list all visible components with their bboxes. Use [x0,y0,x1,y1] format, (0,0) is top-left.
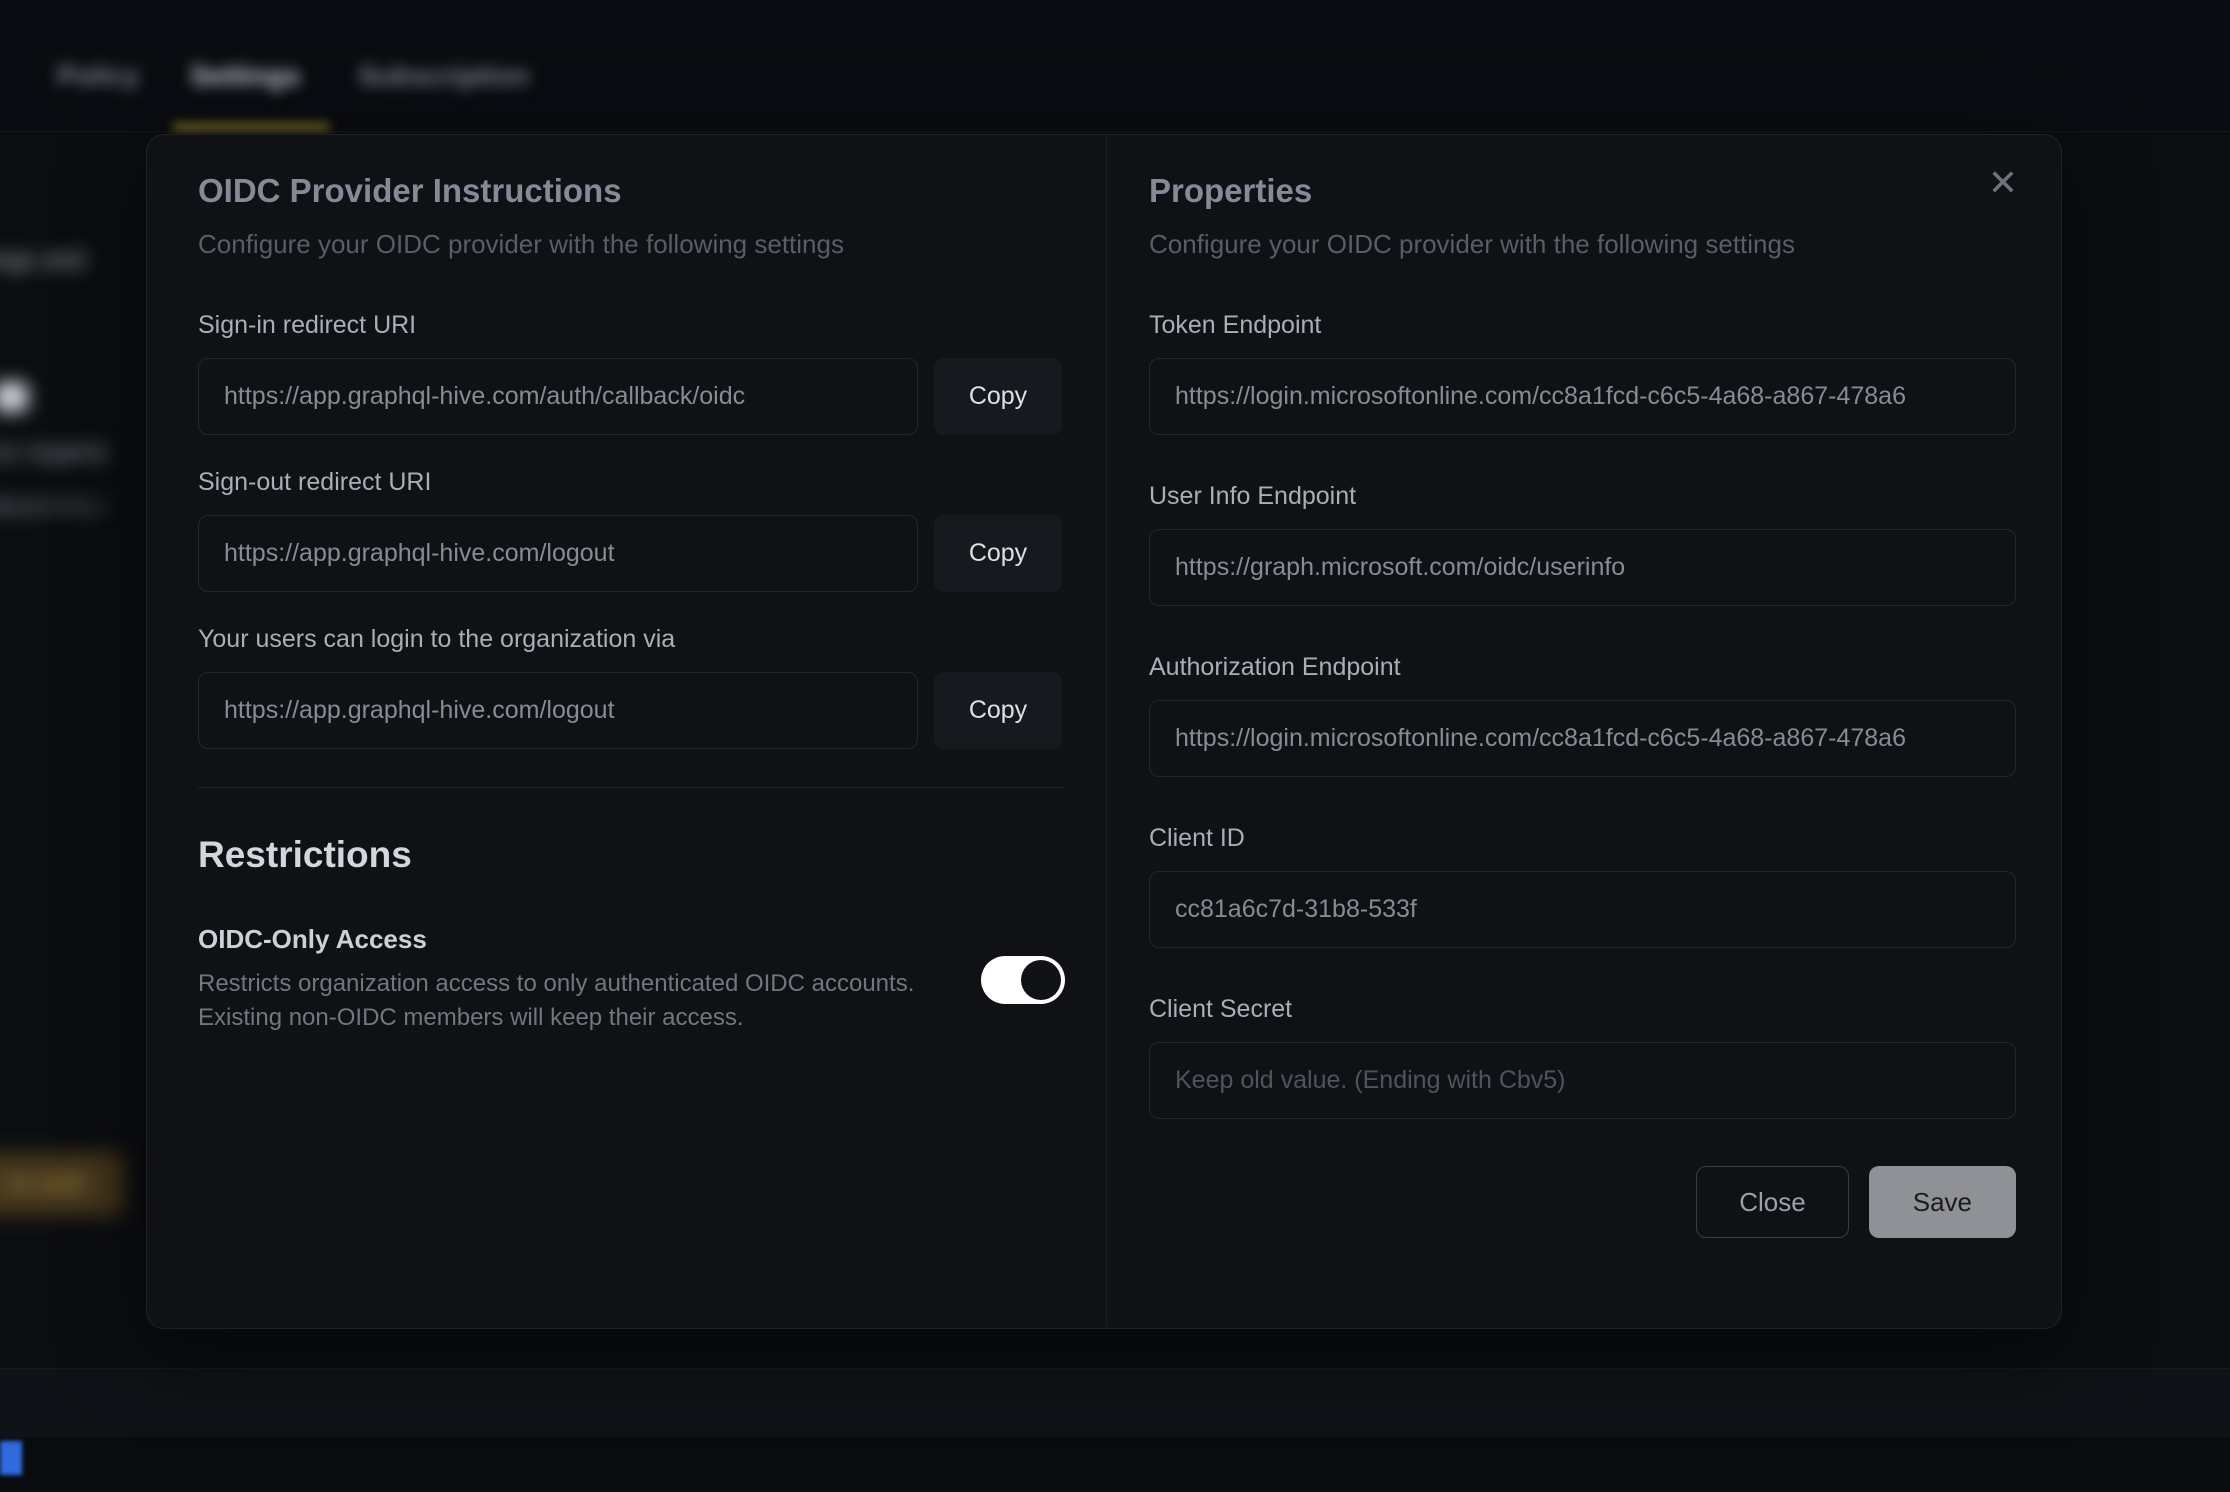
properties-subtitle: Configure your OIDC provider with the fo… [1149,227,2016,261]
oidc-only-access-label: OIDC-Only Access [198,924,951,955]
close-button[interactable]: Close [1696,1166,1848,1238]
background-text-fragment: ttings and [0,246,84,275]
tab-subscription[interactable]: Subscription [358,60,529,92]
field-client-secret: Client Secret [1149,995,2016,1119]
oidc-only-access-description: Restricts organization access to only au… [198,967,951,1035]
properties-title: Properties [1149,169,2016,213]
field-signin-redirect: Sign-in redirect URI Copy [198,311,1065,435]
signout-redirect-label: Sign-out redirect URI [198,468,1065,497]
copy-signin-button[interactable]: Copy [934,358,1062,435]
restrictions-divider [198,787,1065,788]
login-via-label: Your users can login to the organization… [198,625,1065,654]
field-login-via: Your users can login to the organization… [198,625,1065,749]
authorization-endpoint-input[interactable] [1149,700,2016,777]
token-endpoint-label: Token Endpoint [1149,311,2016,340]
oidc-settings-dialog: ✕ OIDC Provider Instructions Configure y… [146,134,2062,1329]
oidc-only-toggle[interactable] [981,956,1065,1004]
background-text-fragment: about it is r [0,492,106,521]
field-userinfo-endpoint: User Info Endpoint [1149,482,2016,606]
tabs-row: Policy Settings Subscription [0,0,2230,132]
signin-redirect-label: Sign-in redirect URI [198,311,1065,340]
column-divider [1106,136,1107,1327]
description-line-2: Existing non-OIDC members will keep thei… [198,1004,744,1031]
footer-divider [0,1368,2230,1369]
restrictions-title: Restrictions [198,834,1065,876]
copy-signout-button[interactable]: Copy [934,515,1062,592]
tab-settings[interactable]: Settings [190,60,300,92]
client-secret-input[interactable] [1149,1042,2016,1119]
signout-redirect-input[interactable] [198,515,918,592]
tab-policy[interactable]: Policy [57,60,139,92]
authorization-endpoint-label: Authorization Endpoint [1149,653,2016,682]
field-token-endpoint: Token Endpoint [1149,311,2016,435]
instructions-subtitle: Configure your OIDC provider with the fo… [198,227,1065,261]
save-button[interactable]: Save [1869,1166,2016,1238]
background-text-fragment: our organiz [0,438,109,467]
dialog-actions: Close Save [1149,1166,2016,1238]
active-tab-underline [172,123,330,131]
instructions-title: OIDC Provider Instructions [198,169,1065,213]
field-client-id: Client ID [1149,824,2016,948]
login-via-input[interactable] [198,672,918,749]
client-secret-label: Client Secret [1149,995,2016,1024]
instructions-column: OIDC Provider Instructions Configure you… [198,169,1065,1035]
field-authorization-endpoint: Authorization Endpoint [1149,653,2016,777]
background-blob [0,382,28,412]
bottom-left-blue-marker [0,1441,22,1475]
oidc-only-access-row: OIDC-Only Access Restricts organization … [198,924,1065,1035]
userinfo-endpoint-label: User Info Endpoint [1149,482,2016,511]
copy-login-via-button[interactable]: Copy [934,672,1062,749]
properties-column: Properties Configure your OIDC provider … [1149,169,2016,1238]
userinfo-endpoint-input[interactable] [1149,529,2016,606]
bottom-band [0,1437,2230,1492]
signin-redirect-input[interactable] [198,358,918,435]
client-id-input[interactable] [1149,871,2016,948]
background-button-fragment: ns card [0,1152,124,1216]
client-id-label: Client ID [1149,824,2016,853]
description-line-1: Restricts organization access to only au… [198,970,914,997]
toggle-knob [1021,960,1061,1000]
token-endpoint-input[interactable] [1149,358,2016,435]
field-signout-redirect: Sign-out redirect URI Copy [198,468,1065,592]
footer-band [0,1369,2230,1437]
